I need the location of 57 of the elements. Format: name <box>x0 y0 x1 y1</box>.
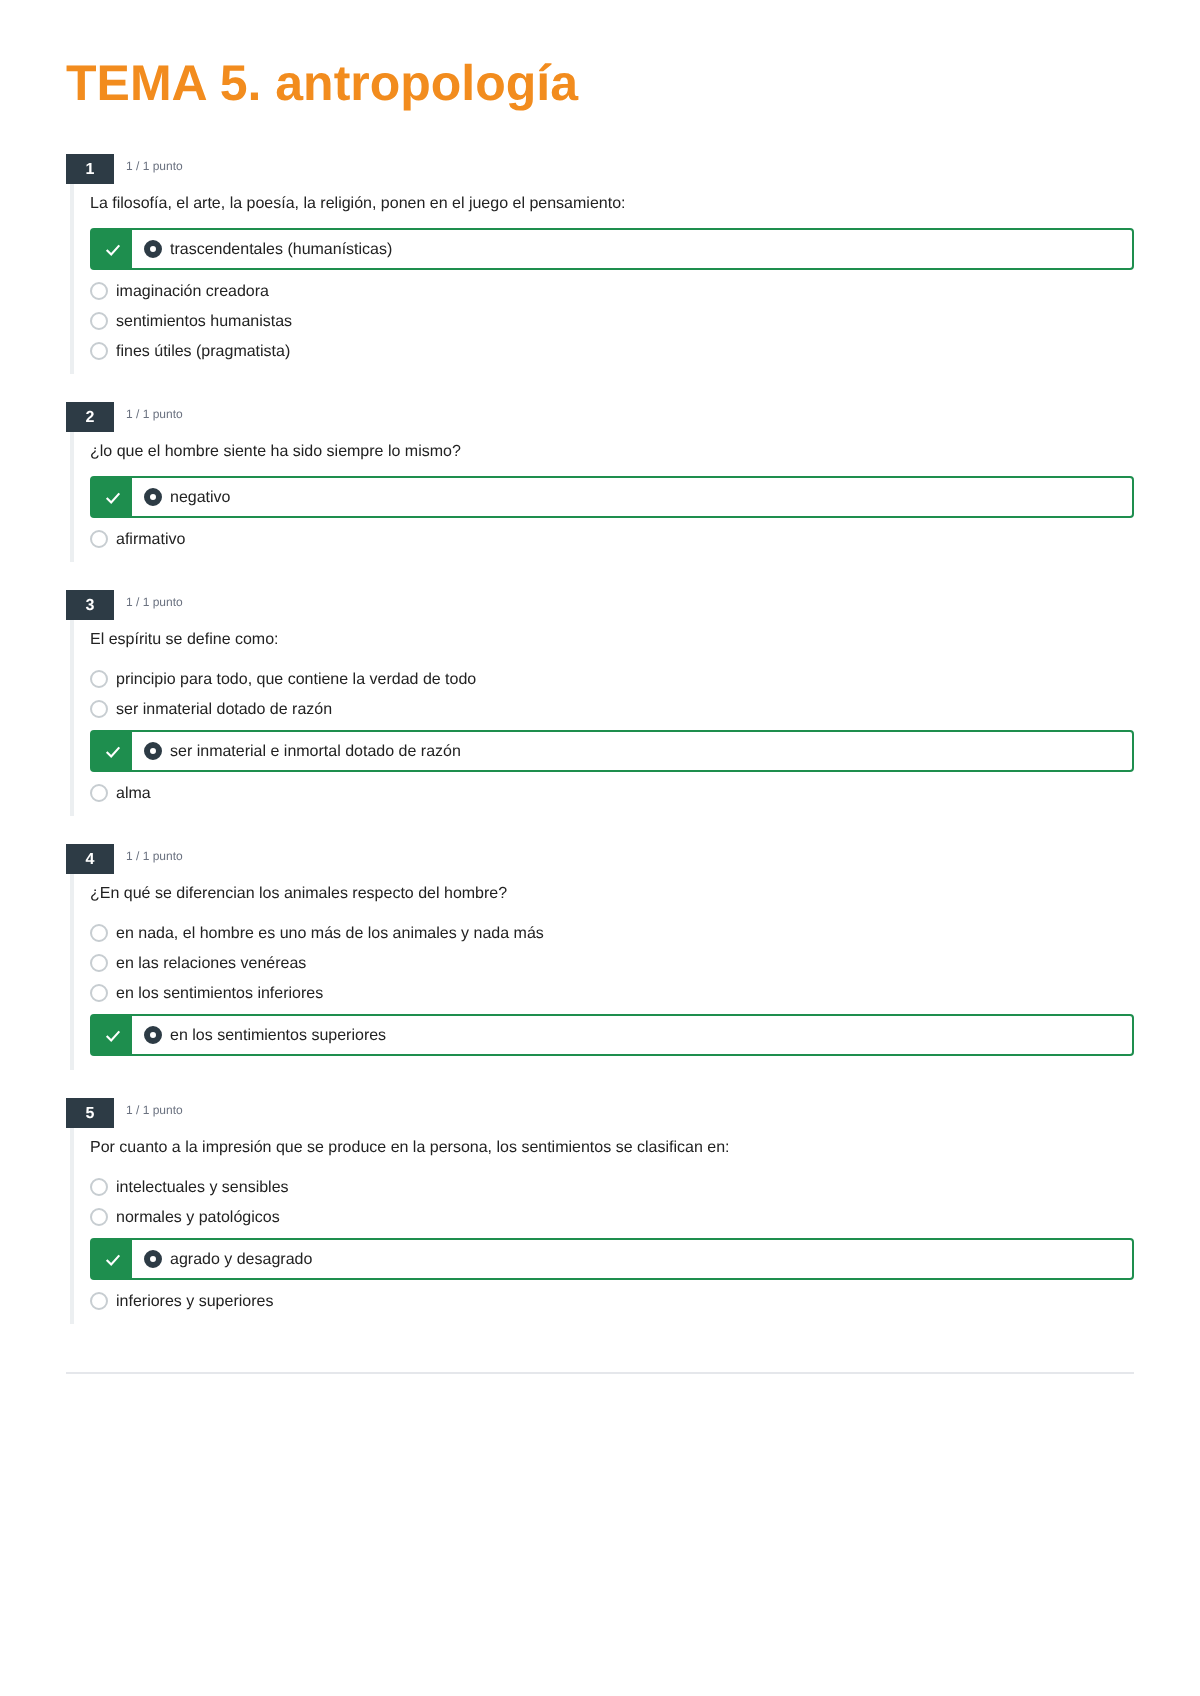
radio-selected-icon <box>144 1250 162 1268</box>
option-label: fines útiles (pragmatista) <box>116 339 291 363</box>
question-number: 2 <box>66 402 114 432</box>
question-number: 5 <box>66 1098 114 1128</box>
option-label: normales y patológicos <box>116 1205 280 1229</box>
check-icon <box>92 1240 132 1278</box>
option-label: inferiores y superiores <box>116 1289 274 1313</box>
option-label: alma <box>116 781 151 805</box>
question-number: 1 <box>66 154 114 184</box>
option-label: en nada, el hombre es uno más de los animales y nada más <box>116 921 544 945</box>
radio-button[interactable] <box>90 924 108 942</box>
question-text: ¿lo que el hombre siente ha sido siempre lo mismo? <box>90 440 463 464</box>
radio-button[interactable] <box>90 670 108 688</box>
question-number: 4 <box>66 844 114 874</box>
question-text: ¿En qué se diferencian los animales respecto del hombre? <box>90 882 510 906</box>
radio-selected-icon <box>144 240 162 258</box>
radio-button[interactable] <box>90 1208 108 1226</box>
correct-answer-row[interactable]: agrado y desagrado <box>90 1238 1134 1280</box>
option-label: en las relaciones venéreas <box>116 951 307 975</box>
option-label: en los sentimientos inferiores <box>116 981 324 1005</box>
radio-button[interactable] <box>90 1178 108 1196</box>
option-label: principio para todo, que contiene la verdad de todo <box>116 667 477 691</box>
option-label: ser inmaterial e inmortal dotado de razón <box>170 739 461 763</box>
question-number: 3 <box>66 590 114 620</box>
option-label: ser inmaterial dotado de razón <box>116 697 333 721</box>
option-label: intelectuales y sensibles <box>116 1175 289 1199</box>
radio-button[interactable] <box>90 954 108 972</box>
radio-button[interactable] <box>90 282 108 300</box>
radio-button[interactable] <box>90 1292 108 1310</box>
page-title: TEMA 5. antropología <box>66 60 581 110</box>
option-label: imaginación creadora <box>116 279 269 303</box>
correct-answer-row[interactable]: trascendentales (humanísticas) <box>90 228 1134 270</box>
radio-button[interactable] <box>90 530 108 548</box>
question-text: La filosofía, el arte, la poesía, la religión, ponen en el juego el pensamiento: <box>90 192 628 216</box>
check-icon <box>92 230 132 268</box>
radio-button[interactable] <box>90 784 108 802</box>
check-icon <box>92 478 132 516</box>
question-text: El espíritu se define como: <box>90 628 281 652</box>
correct-answer-row[interactable]: en los sentimientos superiores <box>90 1014 1134 1056</box>
option-label: negativo <box>170 485 231 509</box>
correct-answer-row[interactable]: ser inmaterial e inmortal dotado de razón <box>90 730 1134 772</box>
option-label: trascendentales (humanísticas) <box>170 237 393 261</box>
check-icon <box>92 732 132 770</box>
radio-button[interactable] <box>90 984 108 1002</box>
radio-selected-icon <box>144 1026 162 1044</box>
radio-selected-icon <box>144 488 162 506</box>
option-label: sentimientos humanistas <box>116 309 293 333</box>
radio-button[interactable] <box>90 700 108 718</box>
correct-answer-row[interactable]: negativo <box>90 476 1134 518</box>
option-label: agrado y desagrado <box>170 1247 313 1271</box>
check-icon <box>92 1016 132 1054</box>
option-label: en los sentimientos superiores <box>170 1023 387 1047</box>
option-label: afirmativo <box>116 527 186 551</box>
radio-button[interactable] <box>90 342 108 360</box>
question-text: Por cuanto a la impresión que se produce en la persona, los sentimientos se clasifican en: <box>90 1136 732 1160</box>
radio-selected-icon <box>144 742 162 760</box>
radio-button[interactable] <box>90 312 108 330</box>
